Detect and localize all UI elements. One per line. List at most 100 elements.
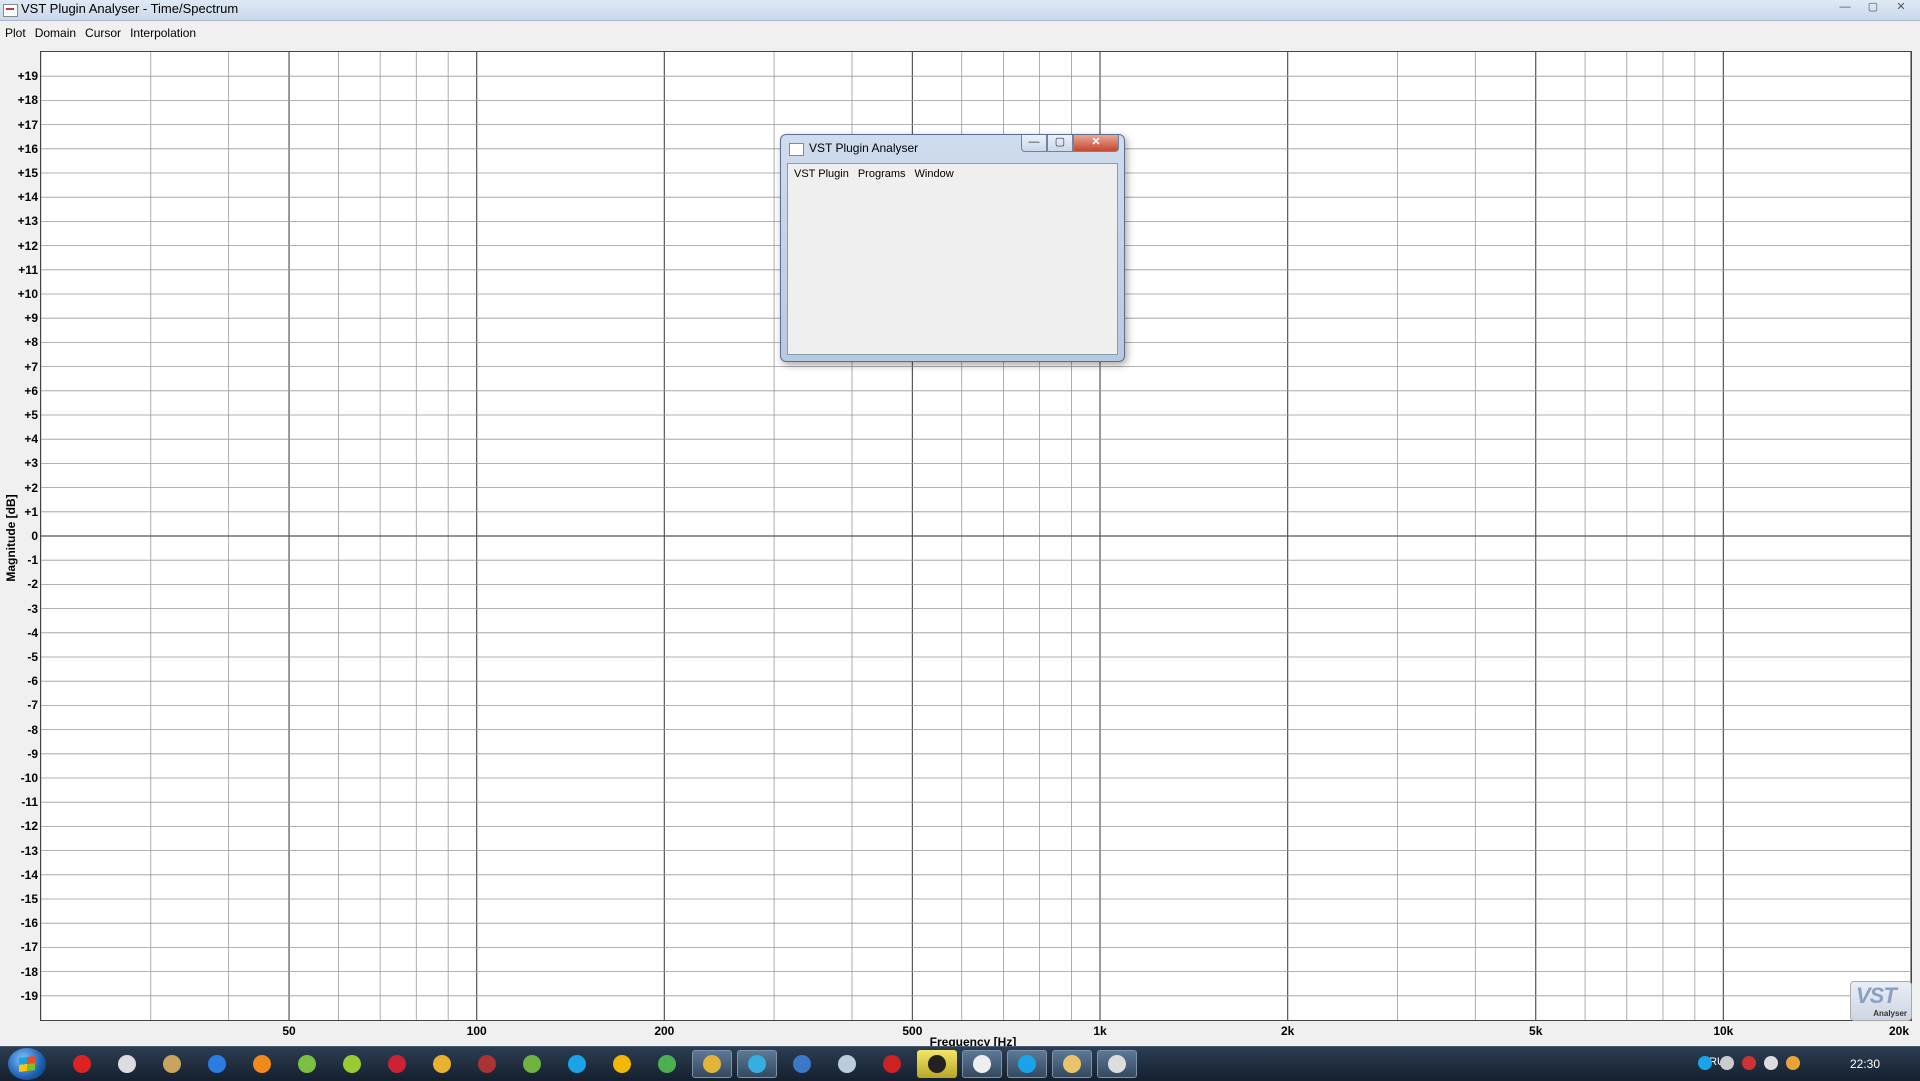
menu-plot[interactable]: Plot xyxy=(0,22,30,44)
y-tick-label: -6 xyxy=(27,674,38,689)
y-tick-label: -15 xyxy=(20,892,38,906)
taskbar-green-app[interactable] xyxy=(287,1050,327,1078)
y-tick-label: -4 xyxy=(27,625,38,640)
x-tick-label: 5k xyxy=(1529,1024,1543,1038)
taskbar-mouse[interactable] xyxy=(107,1050,147,1078)
shield-app-icon xyxy=(658,1055,676,1073)
main-title-bar: VST Plugin Analyser - Time/Spectrum — ▢ … xyxy=(0,0,1920,21)
y-tick-label: -2 xyxy=(27,577,38,592)
taskbar-shield-app[interactable] xyxy=(647,1050,687,1078)
red-app-icon xyxy=(388,1055,406,1073)
dialog-maximize-button[interactable]: ▢ xyxy=(1047,135,1073,152)
y-tick-label: +10 xyxy=(17,287,38,301)
dialog-menu-bar: VST Plugin Programs Window xyxy=(788,164,1117,180)
y-tick-label: -17 xyxy=(20,940,38,955)
y-tick-label: -10 xyxy=(20,771,38,785)
taskbar-explorer[interactable] xyxy=(1052,1050,1092,1078)
taskbar-skype-2[interactable] xyxy=(1007,1050,1047,1078)
green-app-icon xyxy=(298,1055,316,1073)
y-tick-label: -5 xyxy=(27,650,38,664)
taskbar-arrow-app[interactable] xyxy=(332,1050,372,1078)
taskbar-skype[interactable] xyxy=(557,1050,597,1078)
y-tick-label: -14 xyxy=(20,867,38,882)
logo-text: VST xyxy=(1856,983,1897,1008)
maximize-button[interactable]: ▢ xyxy=(1860,0,1886,16)
clock[interactable]: 22:30 xyxy=(1850,1057,1880,1071)
taskbar-clock-app[interactable] xyxy=(962,1050,1002,1078)
taskbar-warning-app[interactable] xyxy=(602,1050,642,1078)
app-icon xyxy=(3,4,18,17)
record-icon xyxy=(73,1055,91,1073)
y-tick-label: -7 xyxy=(27,698,38,713)
menu-domain[interactable]: Domain xyxy=(30,22,80,44)
menu-interpolation[interactable]: Interpolation xyxy=(125,22,200,44)
network-tray-icon[interactable] xyxy=(1742,1056,1756,1070)
minimize-button[interactable]: — xyxy=(1832,0,1858,16)
taskbar-rec-app[interactable] xyxy=(467,1050,507,1078)
taskbar-record[interactable] xyxy=(62,1050,102,1078)
vst-analyser-icon xyxy=(1108,1055,1126,1073)
close-button[interactable]: ✕ xyxy=(1888,0,1914,16)
taskbar-bird-app[interactable] xyxy=(827,1050,867,1078)
taskbar-clapper[interactable] xyxy=(917,1050,957,1078)
y-tick-label: +19 xyxy=(17,69,38,84)
mouse-icon xyxy=(118,1055,136,1073)
window-controls: — ▢ ✕ xyxy=(1832,0,1914,16)
folder-app-icon xyxy=(163,1055,181,1073)
taskbar-red-app[interactable] xyxy=(377,1050,417,1078)
yellow-app-icon xyxy=(433,1055,451,1073)
y-tick-label: +17 xyxy=(17,117,38,132)
telegram-icon xyxy=(748,1055,766,1073)
ccleaner-tray-icon[interactable] xyxy=(1720,1056,1734,1070)
taskbar-red-square[interactable] xyxy=(872,1050,912,1078)
volume-tray-icon[interactable] xyxy=(1764,1056,1778,1070)
x-tick-label: 500 xyxy=(902,1024,923,1038)
taskbar-telegram[interactable] xyxy=(737,1050,777,1078)
dialog-menu-programs[interactable]: Programs xyxy=(858,168,906,180)
x-tick-label: 200 xyxy=(654,1024,675,1038)
x-tick-label: 100 xyxy=(466,1024,487,1038)
bird-app-icon xyxy=(838,1055,856,1073)
dialog-menu-vst-plugin[interactable]: VST Plugin xyxy=(794,168,849,180)
start-button[interactable] xyxy=(8,1048,46,1080)
taskbar-vst-analyser[interactable] xyxy=(1097,1050,1137,1078)
skype-2-icon xyxy=(1018,1055,1036,1073)
rec-app-icon xyxy=(478,1055,496,1073)
globe-tray-icon[interactable] xyxy=(1786,1056,1800,1070)
y-tick-label: -13 xyxy=(20,843,38,858)
taskbar-thunder[interactable] xyxy=(197,1050,237,1078)
y-tick-label: -8 xyxy=(27,722,38,737)
y-tick-label: -3 xyxy=(27,601,38,616)
y-tick-label: +1 xyxy=(24,504,38,519)
taskbar-yellow-app[interactable] xyxy=(422,1050,462,1078)
dialog-menu-window[interactable]: Window xyxy=(915,168,954,180)
y-tick-label: +4 xyxy=(24,432,38,447)
dialog-minimize-button[interactable]: — xyxy=(1021,135,1047,152)
taskbar-orange-app[interactable] xyxy=(242,1050,282,1078)
skype-tray-icon[interactable] xyxy=(1698,1056,1712,1070)
vst-analyser-logo: VST Analyser xyxy=(1850,981,1912,1021)
dialog-title: VST Plugin Analyser xyxy=(809,141,919,155)
system-tray xyxy=(1698,1056,1800,1070)
x-tick-label: 50 xyxy=(282,1024,296,1038)
x-tick-label: 1k xyxy=(1093,1024,1107,1038)
dialog-controls: — ▢ ✕ xyxy=(1021,135,1119,152)
red-square-icon xyxy=(883,1055,901,1073)
thunder-icon xyxy=(208,1055,226,1073)
y-tick-label: +12 xyxy=(17,238,38,253)
taskbar-torrent[interactable] xyxy=(512,1050,552,1078)
dialog-close-button[interactable]: ✕ xyxy=(1073,135,1119,152)
y-tick-label: +7 xyxy=(24,359,38,374)
y-tick-label: +13 xyxy=(17,214,38,229)
y-tick-label: 0 xyxy=(31,529,38,543)
y-tick-label: -18 xyxy=(20,964,38,979)
taskbar-chrome[interactable] xyxy=(692,1050,732,1078)
clapper-icon xyxy=(928,1055,946,1073)
y-tick-label: +18 xyxy=(17,93,38,108)
taskbar-apps xyxy=(62,1050,1137,1078)
y-tick-label: -11 xyxy=(21,795,38,810)
y-tick-label: -19 xyxy=(20,988,38,1003)
taskbar-folder-app[interactable] xyxy=(152,1050,192,1078)
menu-cursor[interactable]: Cursor xyxy=(80,22,125,44)
taskbar-calendar[interactable] xyxy=(782,1050,822,1078)
